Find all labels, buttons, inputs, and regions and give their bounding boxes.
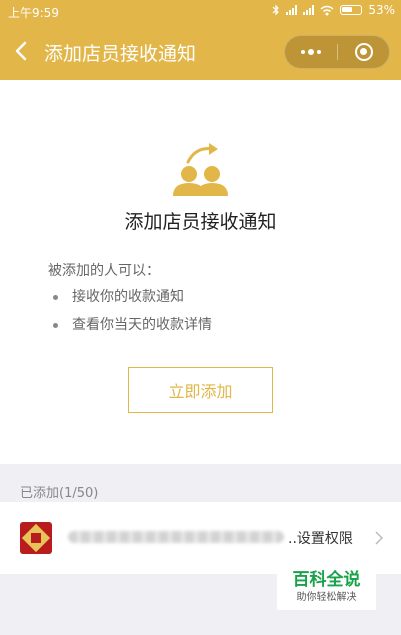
main-card: 添加店员接收通知 被添加的人可以： 接收你的收款通知 查看你当天的收款详情 立即… [0,80,401,464]
signal-icon [286,5,298,15]
battery-percent: 53% [368,3,395,17]
close-miniprogram-button[interactable] [338,36,390,68]
more-menu-button[interactable] [285,36,337,68]
wifi-icon [320,5,334,15]
status-time: 上午9:59 [8,6,59,20]
staff-row[interactable]: ..设置权限 [0,502,401,574]
main-headline: 添加店员接收通知 [124,211,277,233]
watermark-subtitle: 助你轻松解决 [296,592,357,603]
benefit-item: 接收你的收款通知 [50,287,212,315]
add-now-button[interactable]: 立即添加 [128,367,273,413]
chevron-right-icon [375,531,384,545]
bluetooth-icon [272,4,280,16]
status-bar: 上午9:59 53% [0,0,401,24]
set-permissions-label: 设置权限 [296,531,353,547]
signal-icon-2 [303,5,315,15]
watermark-logo: 百科全说 助你轻松解决 [277,565,376,610]
staff-name-blurred [68,528,286,543]
miniprogram-capsule [284,35,390,69]
staff-avatar [20,522,52,554]
staff-name-ellipsis: .. [288,531,297,547]
add-staff-icon [173,143,228,196]
back-arrow-icon[interactable] [10,36,34,66]
page-title: 添加店员接收通知 [44,43,197,65]
added-count-label: 已添加(1/50) [20,486,99,501]
benefits-list: 接收你的收款通知 查看你当天的收款详情 [50,287,212,343]
benefit-item: 查看你当天的收款详情 [50,315,212,343]
close-target-icon [355,43,373,61]
status-icons: 53% [272,3,395,17]
watermark-title: 百科全说 [292,570,361,590]
battery-icon [340,5,363,15]
set-permissions-link[interactable]: ..设置权限 [288,528,353,548]
nav-bar: 添加店员接收通知 [0,24,401,80]
benefits-intro: 被添加的人可以： [48,263,160,279]
